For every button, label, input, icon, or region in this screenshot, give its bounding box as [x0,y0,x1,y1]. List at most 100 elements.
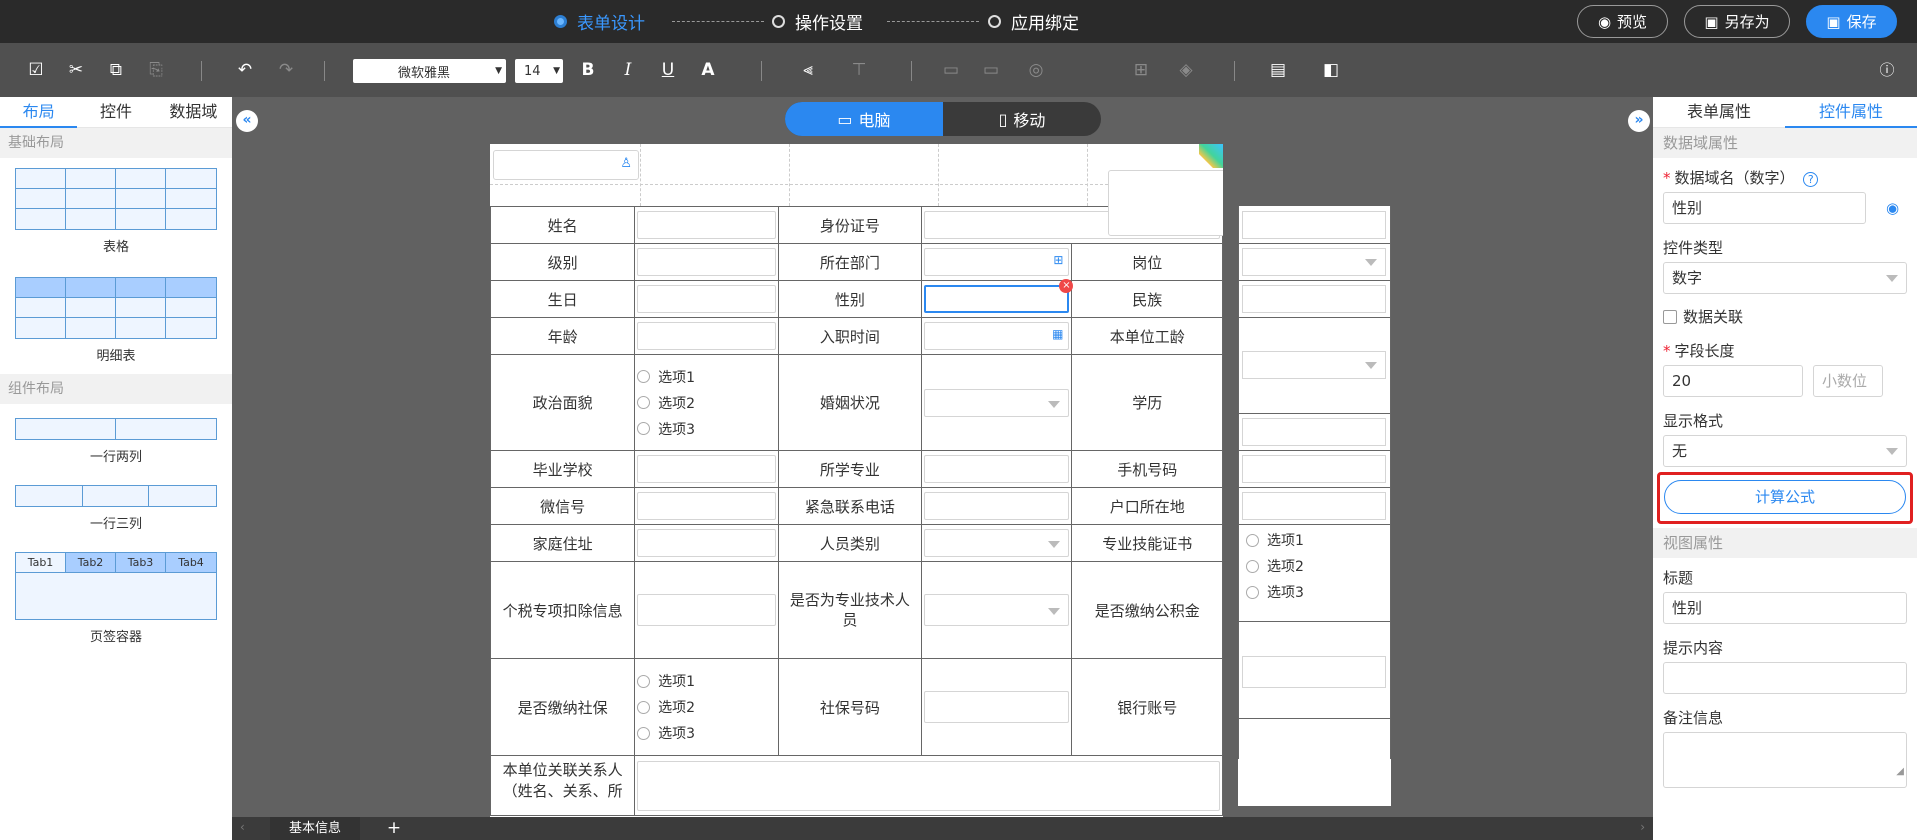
label-cell: 岗位 [1071,243,1223,281]
bold-button[interactable]: B [577,59,599,81]
step-label: 操作设置 [795,14,863,34]
field-length-input[interactable]: 20 [1663,365,1803,397]
save-button[interactable]: ▣ 保存 [1806,5,1897,38]
collapse-right-panel-icon[interactable]: » [1628,110,1650,132]
photo-upload-box[interactable]: ▨ [1108,170,1223,236]
layout-tab-container-item[interactable]: Tab1 Tab2 Tab3 Tab4 页签容器 [0,540,232,653]
step-app-binding[interactable]: 应用绑定 [988,9,1079,34]
age-input[interactable] [637,322,776,350]
tax-deduction-input[interactable] [637,594,776,626]
social-number-input[interactable] [923,691,1070,723]
certificate-input[interactable] [1242,492,1386,520]
title-input[interactable]: 性别 [1663,592,1907,624]
wechat-input[interactable] [637,492,776,520]
hukou-input[interactable] [1242,455,1386,483]
education-select[interactable] [1242,351,1386,379]
marital-select[interactable] [923,388,1070,417]
position-input[interactable] [1242,211,1386,239]
help-icon[interactable]: ⓘ [1876,59,1898,81]
align-left-icon[interactable]: ⫷ [797,59,819,81]
layout-three-columns-item[interactable]: 一行三列 [0,473,232,540]
redo-icon[interactable]: ↷ [275,59,297,81]
italic-button[interactable]: I [617,59,639,81]
border-style-icon[interactable]: ⊞ [1130,59,1152,81]
tech-staff-select[interactable] [923,594,1070,626]
font-family-select[interactable]: 微软雅黑 ▼ [353,59,506,83]
staff-type-select[interactable] [923,529,1070,557]
step-form-design[interactable]: 表单设计 [554,9,645,34]
decimal-places-input[interactable]: 小数位 [1813,365,1883,397]
data-link-pick-icon[interactable]: ◉ [1886,199,1899,217]
device-desktop-button[interactable]: ▭ 电脑 [785,102,943,136]
copy-icon[interactable]: ⧉ [105,59,127,81]
bank-account-input[interactable] [1242,656,1386,688]
underline-button[interactable]: U [657,59,679,81]
font-size-select[interactable]: 14 ▼ [515,59,563,83]
undo-icon[interactable]: ↶ [234,59,256,81]
radio-option[interactable]: 选项1 [635,668,778,694]
radio-option[interactable]: 选项2 [635,694,778,720]
major-input[interactable] [923,455,1070,483]
radio-option[interactable]: 选项2 [1244,553,1304,579]
tab-layout[interactable]: 布局 [0,97,78,128]
display-format-select[interactable]: 无 [1663,435,1907,467]
tab-form-properties[interactable]: 表单属性 [1653,97,1785,127]
scroll-right-icon[interactable]: › [1640,820,1645,834]
split-cells-icon[interactable]: ▭ [980,59,1002,81]
ethnicity-select[interactable] [1242,248,1386,276]
entry-date-input[interactable]: ▦ [923,322,1070,350]
level-input[interactable] [637,248,776,276]
remark-textarea[interactable]: ◢ [1663,732,1907,788]
resize-handle-icon[interactable]: ◢ [1896,757,1904,787]
radio-option[interactable]: 选项3 [1244,579,1304,605]
field-name-input[interactable]: 性别 [1663,192,1866,224]
radio-option[interactable]: 选项1 [1244,527,1304,553]
person-picker[interactable]: ♙ [493,150,639,180]
preview-button[interactable]: ◉ 预览 [1577,5,1668,38]
merge-cells-icon[interactable]: ▭ [940,59,962,81]
hint-input[interactable] [1663,662,1907,694]
vertical-align-icon[interactable]: ⊤ [848,59,870,81]
emergency-phone-input[interactable] [923,492,1070,520]
tab-controls[interactable]: 控件 [77,97,154,127]
tab-control-properties[interactable]: 控件属性 [1785,97,1917,128]
collapse-left-panel-icon[interactable]: « [236,110,258,132]
font-color-button[interactable]: A [697,59,719,81]
layout-rows-icon[interactable]: ▤ [1267,59,1289,81]
radio-option[interactable]: 选项2 [635,390,778,416]
option-label: 选项2 [1267,559,1304,575]
seniority-input[interactable] [1242,285,1386,313]
layout-two-columns-item[interactable]: 一行两列 [0,404,232,473]
data-link-checkbox[interactable]: 数据关联 [1653,306,1917,327]
tab-data-fields[interactable]: 数据域 [155,97,232,127]
paste-icon[interactable]: ⎘ [145,59,167,81]
phone-input[interactable] [1242,418,1386,446]
save-as-button[interactable]: ▣ 另存为 [1684,5,1790,38]
layout-detail-table-item[interactable]: 明细表 [0,263,232,372]
step-operation-settings[interactable]: 操作设置 [772,9,863,34]
gender-input-selected[interactable]: × [923,279,1074,313]
related-persons-input[interactable] [637,760,1220,811]
cut-icon[interactable]: ✂ [65,59,87,81]
school-input[interactable] [637,455,776,483]
scroll-left-icon[interactable]: ‹ [240,820,245,834]
radio-option[interactable]: 选项3 [635,720,778,746]
department-picker[interactable]: ⊞ [923,248,1070,276]
add-sheet-button[interactable]: + [383,817,405,840]
control-type-select[interactable]: 数字 [1663,262,1907,294]
layout-table-item[interactable]: 表格 [0,158,232,263]
name-input[interactable] [637,211,776,239]
sheet-tab-basic-info[interactable]: 基本信息 [270,817,360,840]
radio-option[interactable]: 选项1 [635,364,778,390]
layout-columns-icon[interactable]: ◧ [1320,59,1342,81]
birthday-input[interactable] [637,285,776,313]
copy-format-icon[interactable]: ☑ [25,59,47,81]
address-input[interactable] [637,529,776,557]
radio-option[interactable]: 选项3 [635,416,778,442]
formula-button[interactable]: 计算公式 [1664,480,1906,514]
border-color-icon[interactable]: ◎ [1025,59,1047,81]
input-cell [634,206,779,244]
help-circle-icon[interactable]: ? [1803,172,1819,187]
fill-color-icon[interactable]: ◈ [1175,59,1197,81]
device-mobile-button[interactable]: ▯ 移动 [943,102,1101,136]
